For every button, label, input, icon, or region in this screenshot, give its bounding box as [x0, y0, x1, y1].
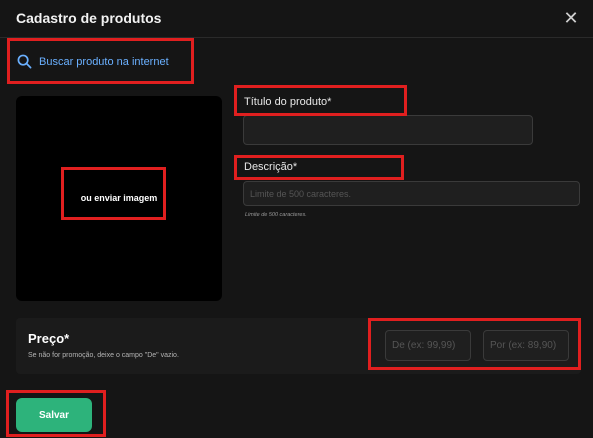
- description-input[interactable]: [243, 181, 580, 206]
- modal-title: Cadastro de produtos: [16, 10, 162, 26]
- price-subtitle: Se não for promoção, deixe o campo "De" …: [28, 352, 179, 359]
- price-section: Preço* Se não for promoção, deixe o camp…: [16, 318, 581, 374]
- price-from-input[interactable]: [385, 330, 471, 361]
- product-registration-modal: Cadastro de produtos ✕ Buscar produto na…: [0, 0, 593, 438]
- close-icon[interactable]: ✕: [562, 9, 580, 27]
- product-title-input[interactable]: [243, 115, 533, 145]
- modal-header: Cadastro de produtos ✕: [0, 0, 593, 38]
- image-upload-area[interactable]: ou enviar imagem: [16, 96, 222, 301]
- save-button[interactable]: Salvar: [16, 398, 92, 432]
- search-product-online-link[interactable]: Buscar produto na internet: [17, 54, 169, 69]
- price-to-input[interactable]: [483, 330, 569, 361]
- description-hint: Limite de 500 caracteres.: [245, 212, 307, 218]
- search-icon: [17, 54, 32, 69]
- description-label: Descrição*: [244, 161, 298, 173]
- upload-image-label[interactable]: ou enviar imagem: [16, 193, 222, 203]
- search-link-label: Buscar produto na internet: [39, 55, 169, 68]
- price-title: Preço*: [28, 331, 70, 346]
- product-title-label: Título do produto*: [244, 96, 332, 108]
